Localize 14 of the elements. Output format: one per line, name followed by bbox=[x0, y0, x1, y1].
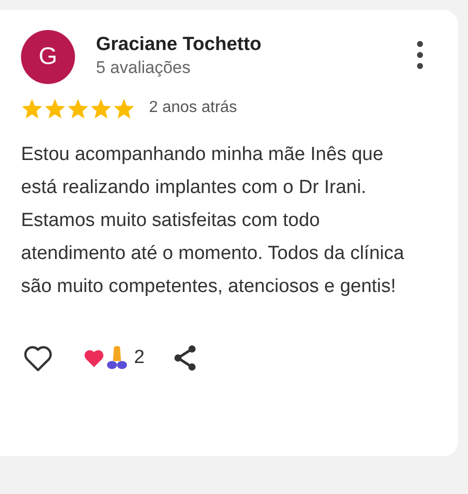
star-icon bbox=[44, 98, 66, 118]
share-icon[interactable] bbox=[172, 344, 198, 372]
review-count: 5 avaliações bbox=[96, 57, 192, 79]
heart-icon bbox=[82, 348, 106, 368]
author-name: Graciane Tochetto bbox=[96, 33, 262, 57]
star-icon bbox=[90, 98, 112, 118]
review-text: Estou acompanhando minha mãe Inês que está realizando implantes com o Dr Irani. Estamos muito satisfeitas com todo atendimento até o momento. Todos da clínica são muito competentes, atenciosos e gentis! bbox=[21, 143, 406, 299]
review-time: 2 anos atrás bbox=[149, 98, 238, 118]
more-options-icon[interactable] bbox=[416, 40, 424, 70]
star-icon bbox=[67, 98, 89, 118]
avatar: G bbox=[21, 30, 75, 84]
reaction-count: 2 bbox=[134, 346, 145, 370]
star-icon bbox=[113, 98, 135, 118]
star-icon bbox=[21, 98, 43, 118]
